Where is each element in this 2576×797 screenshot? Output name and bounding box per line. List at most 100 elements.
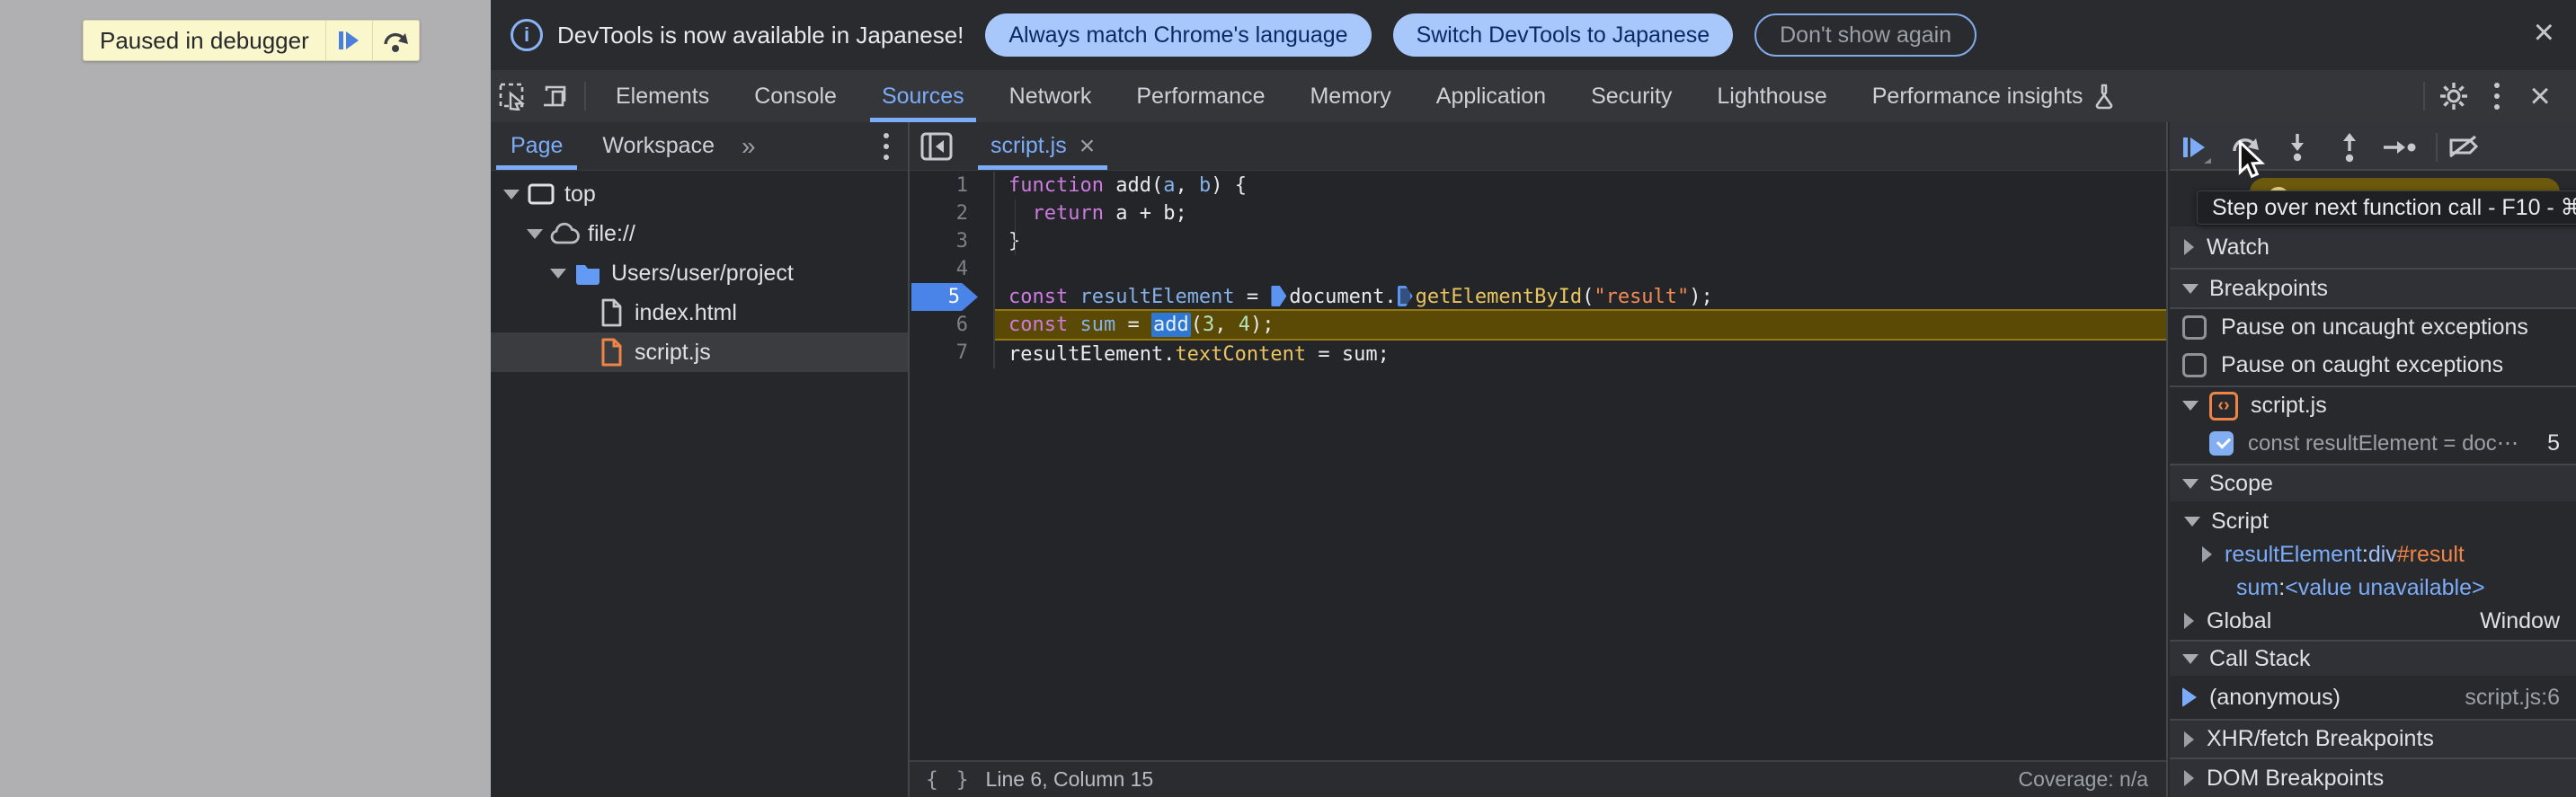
- code-token: ,: [1214, 314, 1239, 336]
- tab-elements[interactable]: Elements: [593, 70, 732, 122]
- cloud-icon: [549, 222, 580, 245]
- callstack-section-header[interactable]: Call Stack: [2170, 640, 2576, 676]
- tree-item-script-js[interactable]: script.js: [491, 332, 908, 372]
- scope-script-row[interactable]: Script: [2170, 505, 2576, 537]
- pause-uncaught-checkbox[interactable]: [2182, 315, 2207, 340]
- code-editor[interactable]: 1234567 function add(a, b) { return a + …: [910, 172, 2166, 760]
- tab-label: Memory: [1310, 83, 1391, 109]
- code-line-1[interactable]: function add(a, b) {: [995, 172, 2166, 199]
- devtools-window: i DevTools is now available in Japanese!…: [491, 0, 2576, 797]
- navigator-menu-button[interactable]: [865, 125, 908, 168]
- breakpoint-checkbox[interactable]: [2209, 430, 2234, 456]
- frame-icon: [526, 182, 556, 207]
- tab-label: Lighthouse: [1717, 83, 1827, 109]
- code-token: ) {: [1211, 174, 1247, 197]
- tab-security[interactable]: Security: [1568, 70, 1694, 122]
- tree-item-top[interactable]: top: [491, 174, 908, 214]
- tree-item-users-user-project[interactable]: Users/user/project: [491, 253, 908, 293]
- pretty-print-icon[interactable]: { }: [926, 768, 972, 792]
- line-number[interactable]: 4: [923, 255, 968, 283]
- step-into-icon: [2291, 134, 2304, 162]
- tab-workspace[interactable]: Workspace: [582, 122, 734, 170]
- step-into-button[interactable]: [2279, 129, 2315, 165]
- inspect-element-button[interactable]: [491, 75, 534, 118]
- expand-arrow-icon[interactable]: [550, 268, 566, 279]
- code-line-2[interactable]: return a + b;: [995, 199, 2166, 227]
- tab-sources[interactable]: Sources: [859, 70, 987, 122]
- expand-arrow-icon[interactable]: [527, 228, 543, 239]
- code-line-5[interactable]: const resultElement = document. getElemen…: [995, 283, 2166, 311]
- step-button[interactable]: [2382, 129, 2418, 165]
- editor-tab-close-icon[interactable]: ×: [1079, 131, 1096, 162]
- var-name: resultElement: [2225, 541, 2362, 567]
- expand-arrow-icon[interactable]: [503, 189, 520, 199]
- inline-breakpoint-marker-icon[interactable]: [1397, 286, 1413, 306]
- scope-var-resultelement[interactable]: resultElement: div #result: [2170, 537, 2576, 571]
- dont-show-again-button[interactable]: Don't show again: [1754, 13, 1977, 57]
- code-line-4[interactable]: [995, 255, 2166, 283]
- step-over-banner-button[interactable]: [371, 21, 419, 60]
- settings-button[interactable]: [2432, 75, 2475, 118]
- scope-var-sum[interactable]: sum: <value unavailable>: [2170, 571, 2576, 604]
- breakpoints-section-header[interactable]: Breakpoints: [2170, 268, 2576, 307]
- code-line-3[interactable]: }: [995, 227, 2166, 255]
- code-token: b: [1198, 174, 1212, 197]
- code-line-6[interactable]: const sum = add(3, 4);: [995, 309, 2166, 341]
- xhr-breakpoints-header[interactable]: XHR/fetch Breakpoints: [2170, 719, 2576, 757]
- gutter[interactable]: 1234567: [910, 172, 993, 760]
- resume-script-button[interactable]: [324, 21, 372, 60]
- scope-global-row[interactable]: Global Window: [2170, 604, 2576, 638]
- breakpoint-file-group[interactable]: ‹› script.js: [2170, 385, 2576, 424]
- more-tabs-icon[interactable]: »: [734, 132, 763, 161]
- tab-lighthouse[interactable]: Lighthouse: [1694, 70, 1849, 122]
- code-line-7[interactable]: resultElement.textContent = sum;: [995, 341, 2166, 368]
- tab-memory[interactable]: Memory: [1287, 70, 1413, 122]
- line-number[interactable]: 7: [923, 339, 968, 367]
- tab-network[interactable]: Network: [987, 70, 1115, 122]
- step-out-button[interactable]: [2332, 129, 2367, 165]
- breakpoint-badge[interactable]: 5: [911, 283, 978, 311]
- switch-devtools-japanese-button[interactable]: Switch DevTools to Japanese: [1392, 13, 1734, 57]
- code-token: a: [1163, 174, 1176, 197]
- more-options-button[interactable]: [2475, 75, 2518, 118]
- tab-page[interactable]: Page: [491, 122, 582, 170]
- tab-console[interactable]: Console: [732, 70, 859, 122]
- editor-tabbar: script.js ×: [910, 122, 2166, 171]
- dom-breakpoints-label: DOM Breakpoints: [2207, 765, 2385, 791]
- breakpoint-entry[interactable]: const resultElement = doc⋯ 5: [2170, 424, 2576, 462]
- tab-performance-insights[interactable]: Performance insights: [1850, 70, 2138, 122]
- notification-close-icon[interactable]: ×: [2534, 14, 2554, 50]
- hide-navigator-button[interactable]: [915, 125, 958, 168]
- resume-icon: [339, 31, 360, 49]
- code-token: document.: [1289, 286, 1397, 308]
- line-number[interactable]: 2: [923, 199, 968, 227]
- pause-uncaught-row: Pause on uncaught exceptions: [2170, 307, 2576, 346]
- line-number[interactable]: 6: [923, 311, 968, 339]
- tree-item-index-html[interactable]: index.html: [491, 293, 908, 332]
- deactivate-breakpoints-button[interactable]: [2445, 129, 2481, 165]
- watch-section-header[interactable]: Watch: [2170, 226, 2576, 268]
- code-token: =: [1115, 314, 1151, 336]
- line-number[interactable]: 1: [923, 172, 968, 199]
- pause-caught-checkbox[interactable]: [2182, 352, 2207, 377]
- scope-section-header[interactable]: Scope: [2170, 464, 2576, 501]
- tab-label: Security: [1591, 83, 1673, 109]
- editor-tab-script-js[interactable]: script.js ×: [978, 122, 1108, 170]
- dom-breakpoints-header[interactable]: DOM Breakpoints: [2170, 757, 2576, 797]
- device-toolbar-button[interactable]: [534, 75, 577, 118]
- inline-breakpoint-marker-icon[interactable]: [1271, 286, 1287, 306]
- breakpoint-line-number: 5: [2547, 429, 2560, 456]
- devtools-close-button[interactable]: ×: [2518, 75, 2562, 118]
- tab-label: Network: [1008, 83, 1092, 109]
- resume-button[interactable]: [2177, 129, 2213, 165]
- panel-collapse-left-icon: [920, 132, 953, 160]
- callstack-frame-row[interactable]: (anonymous) script.js:6: [2170, 676, 2576, 719]
- code-token: add: [1150, 313, 1191, 337]
- tab-application[interactable]: Application: [1414, 70, 1568, 122]
- always-match-language-button[interactable]: Always match Chrome's language: [985, 13, 1372, 57]
- tab-performance[interactable]: Performance: [1114, 70, 1287, 122]
- tree-item-file-[interactable]: file://: [491, 214, 908, 253]
- xhr-breakpoints-label: XHR/fetch Breakpoints: [2207, 726, 2434, 751]
- line-number[interactable]: 3: [923, 227, 968, 255]
